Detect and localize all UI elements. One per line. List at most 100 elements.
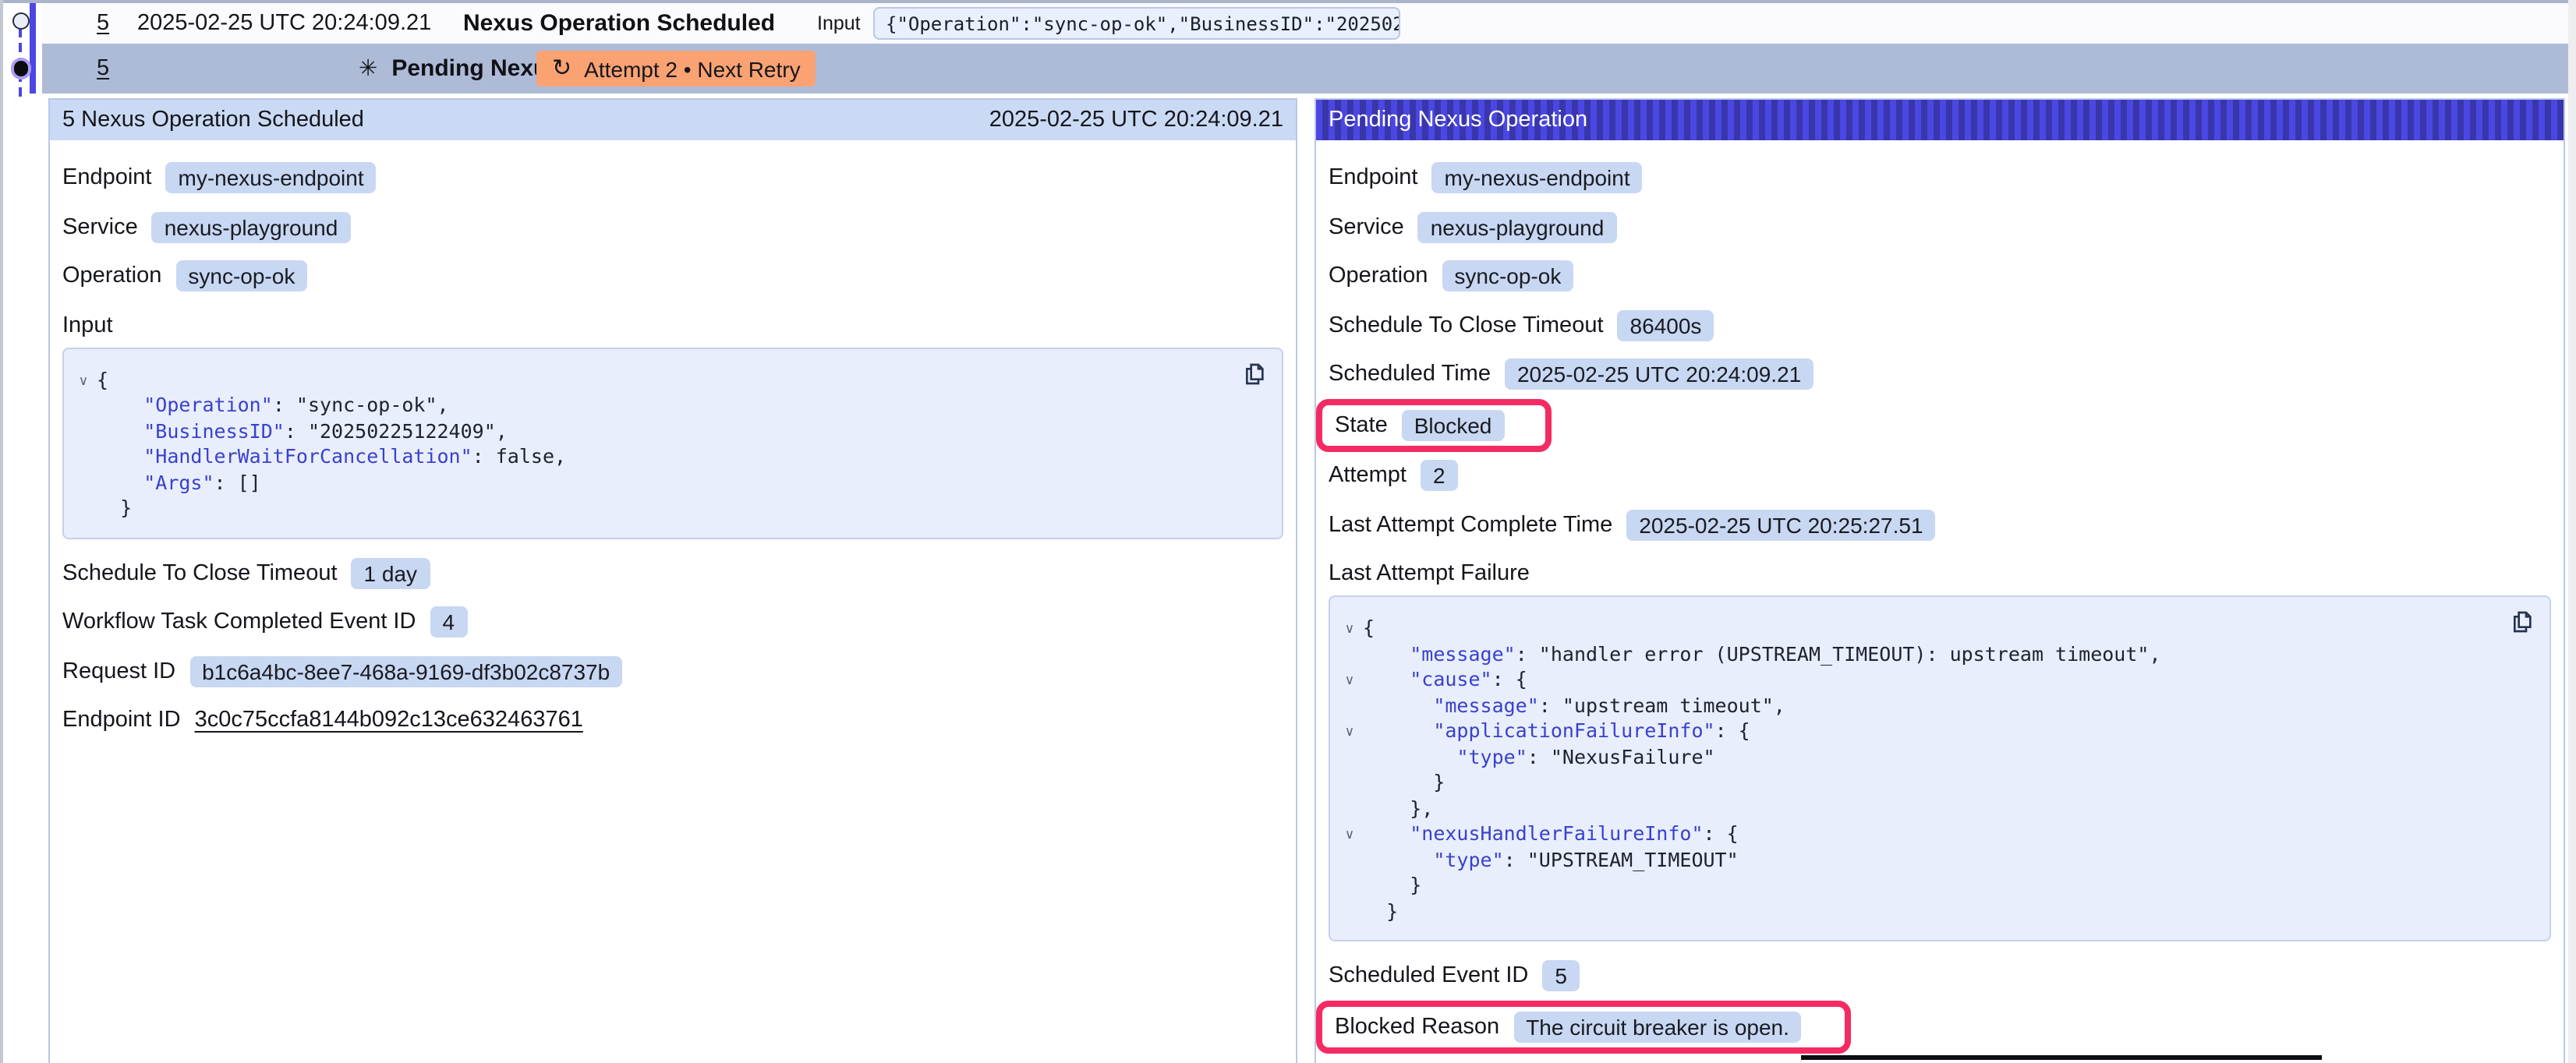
code-line-text: "type": "NexusFailure" [1363, 744, 1715, 770]
event-id-link[interactable]: 5 [97, 11, 109, 36]
copy-icon [2511, 609, 2535, 634]
code-line-text: } [97, 496, 132, 521]
blocked-reason-value-chip: The circuit breaker is open. [1513, 1011, 1802, 1042]
field-service: Service nexus-playground [1329, 211, 1616, 242]
pending-id-link[interactable]: 5 [97, 56, 109, 81]
code-line: }, [1336, 796, 2534, 821]
field-label: Last Attempt Complete Time [1329, 512, 1612, 537]
code-line-text: } [1363, 873, 1421, 899]
code-gutter [1336, 899, 1363, 924]
field-value-chip: 86400s [1618, 309, 1714, 341]
code-line: ∨ "applicationFailureInfo": { [1336, 719, 2534, 744]
code-gutter [70, 444, 97, 470]
field-endpoint: Endpoint my-nexus-endpoint [1329, 162, 1643, 193]
field-operation: Operation sync-op-ok [62, 260, 307, 291]
attempt-badge-label: Attempt 2 • Next Retry [584, 56, 800, 81]
field-label: Service [62, 214, 138, 239]
nexus-operation-icon: ✳ [359, 57, 377, 82]
code-line: "Operation": "sync-op-ok", [70, 393, 1266, 418]
state-value-chip: Blocked [1402, 409, 1505, 440]
code-gutter [1336, 847, 1363, 873]
code-line-text: "HandlerWaitForCancellation": false, [97, 444, 566, 470]
field-value-chip: 2025-02-25 UTC 20:24:09.21 [1505, 358, 1813, 390]
field-label: Endpoint ID [62, 708, 181, 733]
state-annotation-highlight: State Blocked [1316, 398, 1551, 451]
input-json-viewer: ∨{ "Operation": "sync-op-ok", "BusinessI… [62, 347, 1283, 539]
failure-json-viewer: ∨{ "message": "handler error (UPSTREAM_T… [1329, 595, 2551, 941]
code-line: "HandlerWaitForCancellation": false, [70, 444, 1266, 470]
code-gutter [1336, 744, 1363, 770]
field-value-chip: my-nexus-endpoint [166, 162, 377, 193]
workflow-history-view: 5 2025-02-25 UTC 20:24:09.21 Nexus Opera… [0, 0, 2576, 1063]
event-detail-panel: 5 Nexus Operation Scheduled 2025-02-25 U… [48, 98, 1297, 1063]
code-line: } [1336, 770, 2534, 796]
bottom-divider [1801, 1055, 2322, 1059]
code-line-text: } [1363, 770, 1445, 796]
event-input-preview-chip[interactable]: {"Operation":"sync-op-ok","BusinessID":"… [873, 7, 1400, 40]
code-gutter [70, 393, 97, 418]
collapse-caret-icon[interactable]: ∨ [1336, 616, 1363, 641]
endpoint-id-link[interactable]: 3c0c75ccfa8144b092c13ce632463761 [195, 708, 583, 733]
field-label: Schedule To Close Timeout [1329, 313, 1604, 337]
code-line-text: "cause": { [1363, 667, 1527, 693]
collapse-caret-icon[interactable]: ∨ [1336, 719, 1363, 744]
timeline-current-node-icon[interactable] [13, 61, 28, 76]
code-line: } [70, 496, 1266, 521]
failure-json-code: ∨{ "message": "handler error (UPSTREAM_T… [1336, 616, 2534, 924]
field-value-chip: 4 [430, 606, 467, 637]
field-value-chip: 5 [1542, 960, 1580, 991]
copy-button[interactable] [1243, 361, 1268, 386]
field-label: Service [1329, 214, 1404, 239]
pending-operation-panel: Pending Nexus Operation Endpoint my-nexu… [1315, 98, 2565, 1063]
code-line: } [1336, 873, 2534, 899]
field-value-chip: b1c6a4bc-8ee7-468a-9169-df3b02c8737b [189, 655, 622, 687]
event-row-scheduled[interactable]: 5 2025-02-25 UTC 20:24:09.21 Nexus Opera… [42, 3, 2568, 44]
code-line-text: { [97, 367, 108, 393]
code-line-text: "type": "UPSTREAM_TIMEOUT" [1363, 847, 1739, 873]
code-line-text: "message": "handler error (UPSTREAM_TIME… [1363, 641, 2161, 667]
field-endpoint: Endpoint my-nexus-endpoint [62, 162, 377, 193]
scrollbar-track[interactable] [2568, 0, 2576, 1063]
field-scheduled-time: Scheduled Time 2025-02-25 UTC 20:24:09.2… [1329, 358, 1813, 390]
code-line-text: } [1363, 899, 1398, 924]
field-schedule-to-close-timeout: Schedule To Close Timeout 1 day [62, 557, 430, 588]
field-request-id: Request ID b1c6a4bc-8ee7-468a-9169-df3b0… [62, 655, 622, 687]
collapse-caret-icon[interactable]: ∨ [1336, 667, 1363, 693]
timeline-selection-bar [29, 3, 35, 94]
code-line: "message": "handler error (UPSTREAM_TIME… [1336, 641, 2534, 667]
field-label: Schedule To Close Timeout [62, 560, 338, 585]
code-line-text: "Operation": "sync-op-ok", [97, 393, 449, 418]
event-name: Nexus Operation Scheduled [463, 10, 775, 37]
code-gutter [1336, 693, 1363, 719]
event-detail-label: Input [817, 12, 861, 34]
field-label: Workflow Task Completed Event ID [62, 609, 416, 634]
field-label: Input [62, 313, 113, 337]
collapse-caret-icon[interactable]: ∨ [1336, 821, 1363, 847]
code-line: ∨ "nexusHandlerFailureInfo": { [1336, 821, 2534, 847]
pending-operation-row[interactable]: 5 ✳Pending Nexus Operation ↻Attempt 2 • … [42, 44, 2568, 94]
code-line: "message": "upstream timeout", [1336, 693, 2534, 719]
collapse-caret-icon[interactable]: ∨ [70, 367, 97, 393]
field-last-attempt-complete-time: Last Attempt Complete Time 2025-02-25 UT… [1329, 509, 1936, 540]
copy-button[interactable] [2511, 609, 2535, 634]
field-value-chip: 2 [1421, 460, 1458, 491]
code-gutter [1336, 641, 1363, 667]
left-divider [0, 0, 2, 1063]
attempt-retry-badge: ↻ Attempt 2 • Next Retry [536, 51, 816, 87]
code-line-text: { [1363, 616, 1375, 641]
field-attempt: Attempt 2 [1329, 460, 1458, 491]
code-line: ∨ "cause": { [1336, 667, 2534, 693]
code-gutter [70, 418, 97, 444]
code-gutter [1336, 770, 1363, 796]
field-label: Last Attempt Failure [1329, 561, 1530, 586]
field-value-chip: nexus-playground [152, 211, 351, 242]
retry-icon: ↻ [552, 57, 571, 80]
field-label: Scheduled Event ID [1329, 963, 1528, 988]
field-value-chip: my-nexus-endpoint [1432, 162, 1643, 193]
panel-title: Pending Nexus Operation [1329, 108, 1587, 132]
code-line: "BusinessID": "20250225122409", [70, 418, 1266, 444]
timeline-open-node-icon[interactable] [12, 12, 29, 30]
field-label: Operation [62, 263, 161, 288]
code-line-text: "BusinessID": "20250225122409", [97, 418, 508, 444]
field-label: Attempt [1329, 463, 1407, 488]
